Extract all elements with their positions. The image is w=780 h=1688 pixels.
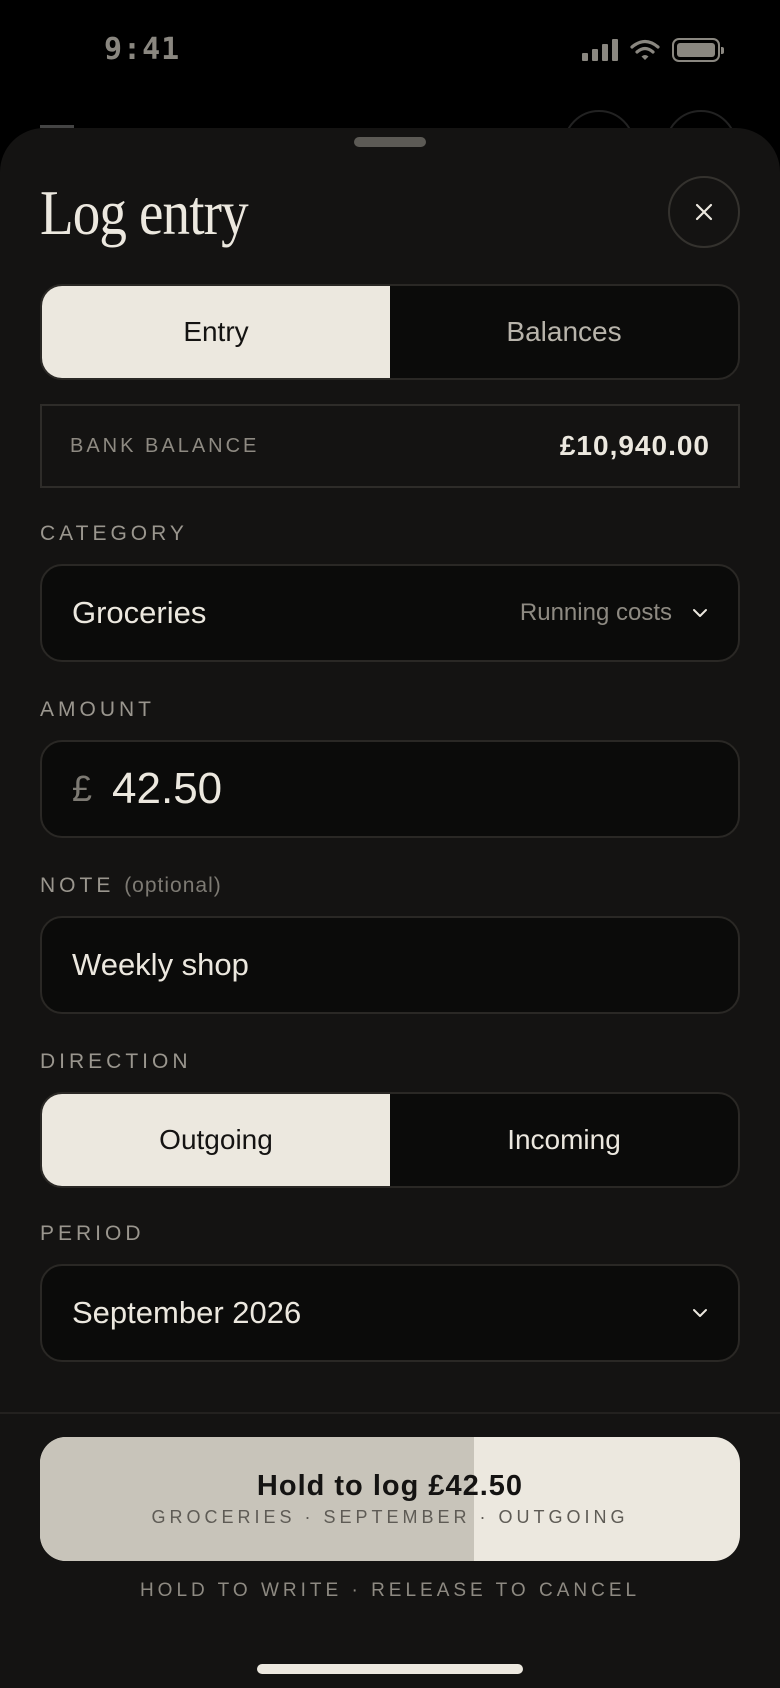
home-indicator [257,1664,523,1674]
log-entry-sheet: Log entry Entry Balances BANK BALANCE £1… [0,128,780,1688]
bank-balance-label: BANK BALANCE [70,434,260,457]
cellular-signal-icon [582,39,618,61]
hold-button-subtitle: GROCERIES · SEPTEMBER · OUTGOING [151,1507,629,1527]
amount-value: 42.50 [112,764,223,813]
chevron-down-icon [692,608,708,618]
bank-balance-box: BANK BALANCE £10,940.00 [40,404,740,488]
period-value: September 2026 [72,1295,302,1330]
bank-balance-value: £10,940.00 [559,430,710,461]
direction-label: DIRECTION [40,1050,192,1073]
sheet-title: Log entry [40,177,249,248]
note-label-text: NOTE [40,874,115,897]
status-time: 9:41 [104,32,181,67]
hold-hint: HOLD TO WRITE · RELEASE TO CANCEL [139,1580,641,1601]
tab-entry[interactable]: Entry [42,286,390,378]
tab-balances[interactable]: Balances [390,286,738,378]
category-label: CATEGORY [40,522,188,545]
status-icons [582,38,724,62]
period-select[interactable]: September 2026 [40,1264,740,1362]
sheet-grabber[interactable] [354,137,426,147]
view-tabs: Entry Balances [40,284,740,380]
note-input[interactable]: Weekly shop [40,916,740,1014]
footer-divider [0,1412,780,1414]
period-label: PERIOD [40,1222,145,1245]
battery-icon [672,38,724,62]
wifi-icon [630,39,660,60]
hold-button-title: Hold to log £42.50 [256,1470,524,1502]
status-bar: 9:41 [0,0,780,100]
close-button[interactable] [668,176,740,248]
category-select[interactable]: Groceries Running costs [40,564,740,662]
note-label: NOTE (optional) [40,874,222,898]
amount-label: AMOUNT [40,698,155,721]
direction-incoming[interactable]: Incoming [390,1094,738,1186]
category-value: Groceries [72,595,207,630]
direction-toggle: Outgoing Incoming [40,1092,740,1188]
chevron-down-icon [692,1308,708,1318]
currency-symbol: £ [72,768,93,809]
category-group: Running costs [519,599,672,626]
hold-to-log-button[interactable]: Hold to log £42.50 GROCERIES · SEPTEMBER… [40,1437,740,1561]
note-value: Weekly shop [72,947,249,982]
note-optional: (optional) [124,874,222,897]
direction-outgoing[interactable]: Outgoing [42,1094,390,1186]
amount-input[interactable]: £ 42.50 [40,740,740,838]
close-icon [695,203,713,221]
